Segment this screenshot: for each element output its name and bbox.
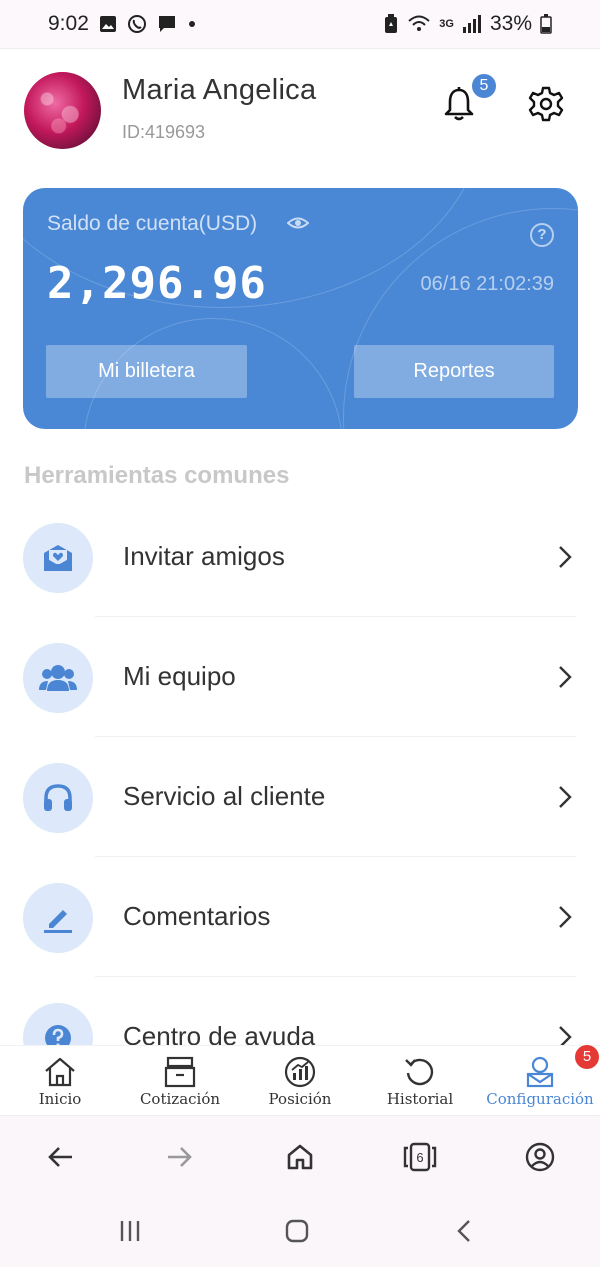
balance-timestamp: 06/16 21:02:39 [420,273,554,295]
home-icon [287,1144,313,1170]
battery-saver-icon [385,14,398,33]
account-button[interactable] [523,1140,557,1174]
menu-item-label: Mi equipo [123,661,236,691]
profile-header: Maria Angelica ID:419693 5 [24,72,576,152]
archive-icon [164,1056,196,1088]
dot-icon [188,21,195,27]
tab-historial[interactable]: Historial [360,1056,480,1108]
balance-label: Saldo de cuenta(USD) [47,212,258,235]
tab-label: Inicio [38,1090,82,1108]
tab-posicion[interactable]: Posición [240,1056,360,1108]
menu-item-invite-friends[interactable]: Invitar amigos [0,497,600,617]
user-name: Maria Angelica [122,74,317,106]
menu-item-label: Servicio al cliente [123,781,326,811]
menu-item-label: Comentarios [123,901,271,931]
status-divider [0,48,600,49]
menu-item-label: Invitar amigos [123,541,285,571]
back-button[interactable] [43,1140,77,1174]
envelope-heart-icon [44,545,72,571]
icon-circle [23,883,93,953]
home-icon [45,1057,75,1087]
eye-icon[interactable] [287,214,309,232]
chevron-right-icon [559,546,572,568]
chart-icon [284,1056,316,1088]
whatsapp-icon [127,15,146,33]
reports-button[interactable]: Reportes [354,345,554,398]
history-icon [405,1058,434,1086]
tab-label: Configuración [486,1090,594,1108]
status-time: 9:02 [48,12,89,35]
user-settings-icon [526,1056,554,1088]
tools-menu: Invitar amigos Mi equipo Servicio al cli… [0,497,600,1097]
icon-circle [23,523,93,593]
battery-icon [540,14,552,34]
tools-section-title: Herramientas comunes [24,462,290,489]
headset-icon [44,784,72,811]
message-icon [158,16,175,32]
wallet-button[interactable]: Mi billetera [46,345,247,398]
account-icon [525,1142,555,1172]
tab-label: Cotización [139,1090,221,1108]
chevron-right-icon [559,666,572,688]
notification-badge: 5 [472,74,496,98]
status-bar: 9:02 3G 33% [0,0,600,48]
bottom-tab-bar: Inicio Cotización Posición Historial Con… [0,1045,600,1115]
signal-icon [462,15,481,33]
menu-item-comments[interactable]: Comentarios [0,857,600,977]
user-id: ID:419693 [122,122,206,142]
tab-label: Posición [268,1090,332,1108]
browser-nav-bar: 6 [0,1115,600,1197]
arrow-right-icon [168,1147,192,1167]
team-icon [39,665,77,691]
forward-button[interactable] [163,1140,197,1174]
back-nav-icon[interactable] [455,1219,475,1243]
tab-label: Historial [386,1090,454,1108]
chevron-right-icon [559,906,572,928]
account-balance-card: Saldo de cuenta(USD) ? 2,296.96 06/16 21… [23,188,578,429]
avatar[interactable] [24,72,101,149]
config-badge: 5 [575,1045,599,1069]
browser-home-button[interactable] [283,1140,317,1174]
home-nav-icon[interactable] [285,1219,309,1243]
system-nav-bar [0,1197,600,1267]
tabs-button[interactable]: 6 [403,1140,437,1174]
gear-icon[interactable] [528,86,564,122]
bell-icon[interactable] [442,86,476,122]
menu-item-my-team[interactable]: Mi equipo [0,617,600,737]
pencil-icon [44,910,72,933]
network-type: 3G [439,17,454,30]
menu-item-customer-service[interactable]: Servicio al cliente [0,737,600,857]
wifi-icon [408,15,430,31]
tab-count: 6 [416,1149,424,1165]
gallery-icon [99,16,116,32]
icon-circle [23,763,93,833]
help-icon[interactable]: ? [530,223,554,247]
battery-percent: 33% [489,12,532,35]
arrow-left-icon [48,1147,72,1167]
tab-cotizacion[interactable]: Cotización [120,1056,240,1108]
icon-circle [23,643,93,713]
chevron-right-icon [559,786,572,808]
recent-apps-icon[interactable] [118,1219,142,1243]
tab-inicio[interactable]: Inicio [0,1056,120,1108]
balance-amount: 2,296.96 [47,258,267,309]
